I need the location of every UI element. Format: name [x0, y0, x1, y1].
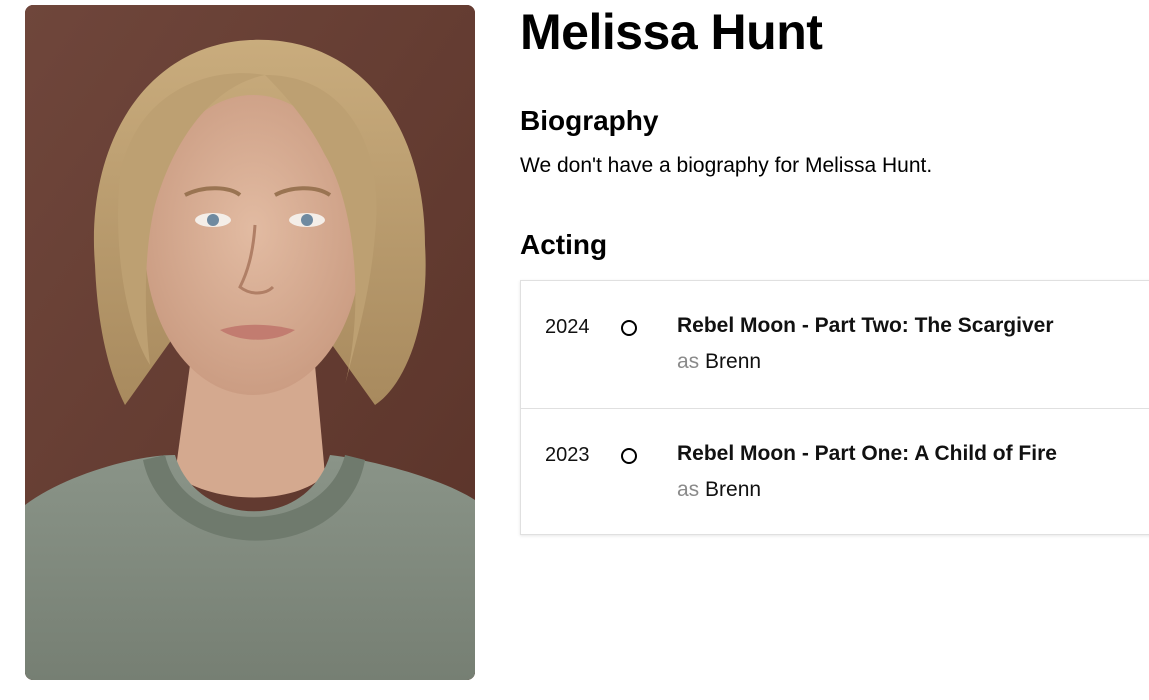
profile-photo-image [25, 5, 475, 680]
profile-photo [25, 5, 475, 680]
credit-character: Brenn [705, 350, 762, 373]
credit-character: Brenn [705, 478, 762, 501]
acting-heading: Acting [520, 229, 608, 260]
credit-title-link[interactable]: Rebel Moon - Part One: A Child of Fire [677, 441, 1057, 467]
credit-as-label: as [677, 478, 700, 501]
person-name: Melissa Hunt [520, 4, 823, 60]
credit-role: as Brenn [677, 349, 761, 375]
credit-year: 2024 [545, 316, 590, 338]
credit-title-link[interactable]: Rebel Moon - Part Two: The Scargiver [677, 313, 1054, 339]
credit-row[interactable]: 2023 Rebel Moon - Part One: A Child of F… [521, 408, 1149, 535]
acting-credits-list: 2024 Rebel Moon - Part Two: The Scargive… [520, 280, 1149, 535]
person-page: Melissa Hunt Biography We don't have a b… [0, 0, 1149, 700]
credit-as-label: as [677, 350, 700, 373]
credit-role: as Brenn [677, 477, 761, 503]
timeline-dot-icon [621, 448, 637, 464]
biography-text: We don't have a biography for Melissa Hu… [520, 154, 933, 177]
timeline-dot-icon [621, 320, 637, 336]
biography-heading: Biography [520, 105, 659, 136]
credit-row[interactable]: 2024 Rebel Moon - Part Two: The Scargive… [521, 281, 1149, 408]
credit-year: 2023 [545, 444, 590, 466]
